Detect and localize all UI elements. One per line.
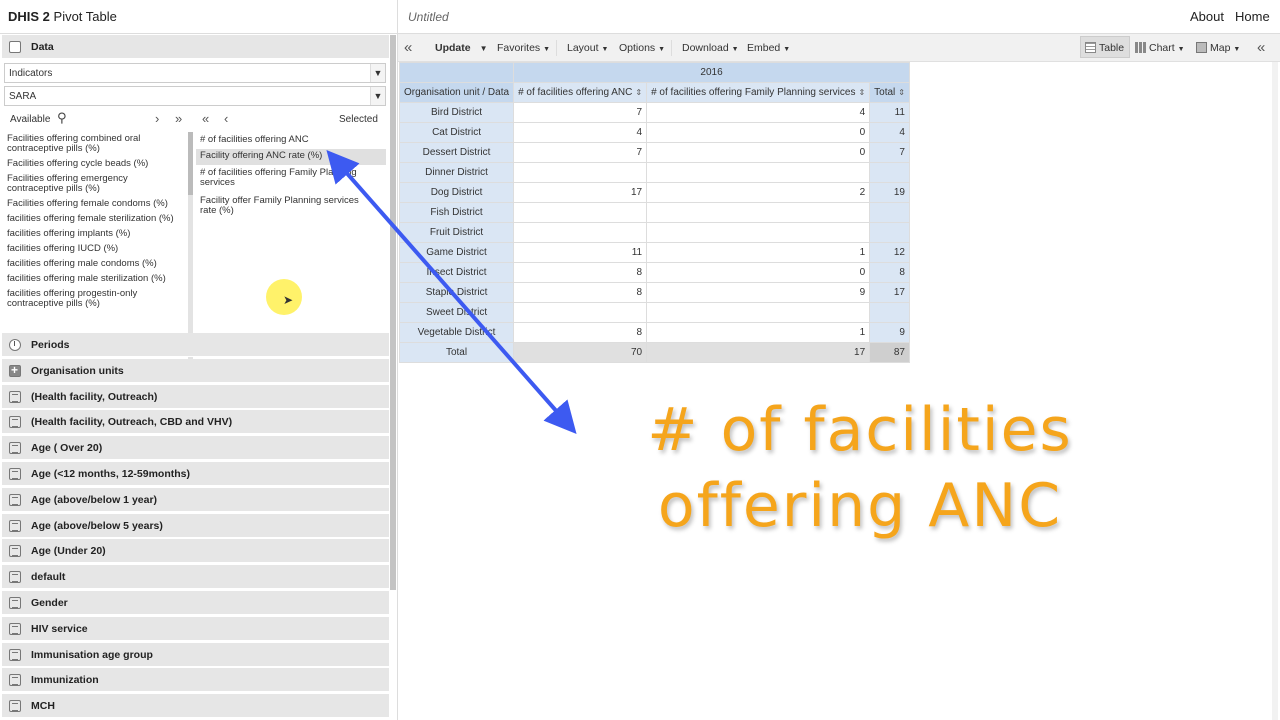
annotation-arrow [326, 149, 577, 435]
annotation-caption: # of facilities offering ANC [647, 395, 1073, 541]
